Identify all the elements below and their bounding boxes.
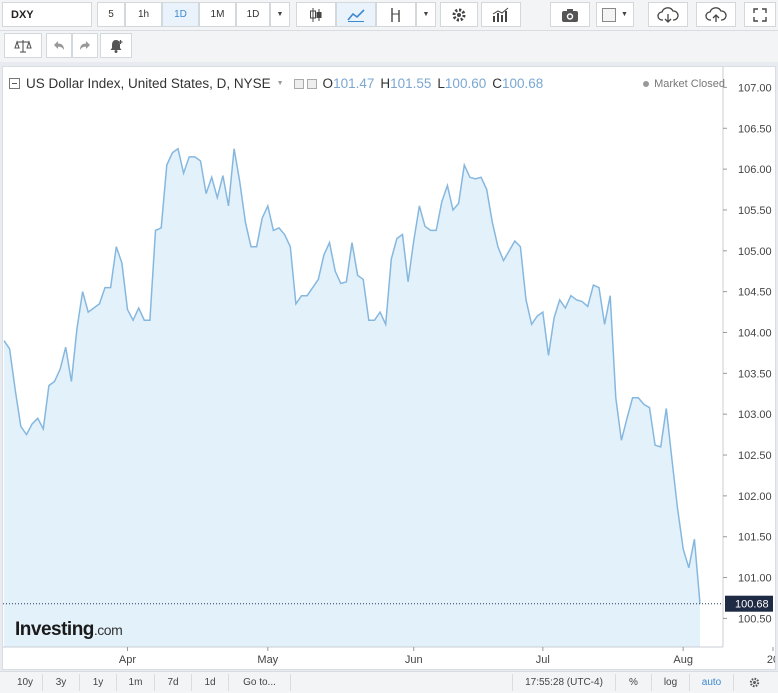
logo-suffix: .com xyxy=(93,622,123,638)
close-label: C xyxy=(492,76,502,91)
range-10y-button[interactable]: 10y xyxy=(8,674,43,691)
cloud-upload-icon[interactable] xyxy=(696,2,736,27)
interval-5m-button[interactable]: 5 xyxy=(97,2,125,27)
status-dot-icon xyxy=(643,81,650,87)
alert-bell-icon[interactable] xyxy=(100,33,132,58)
indicator-caret-button[interactable]: ▼ xyxy=(416,2,436,27)
undo-icon[interactable] xyxy=(46,33,72,58)
legend-title: US Dollar Index, United States, D, NYSE xyxy=(26,76,271,91)
interval-1d-button[interactable]: 1D xyxy=(162,2,199,27)
open-value: 101.47 xyxy=(333,76,375,91)
chevron-down-icon: ▼ xyxy=(422,11,430,18)
redo-icon[interactable] xyxy=(72,33,98,58)
y-tick-label: 106.50 xyxy=(738,123,772,135)
y-tick-label: 102.50 xyxy=(738,450,772,462)
chart-panel: 100.50 101.00 101.50 102.00 102.50 103.00 103.… xyxy=(2,66,776,670)
chevron-down-icon[interactable]: ▼ xyxy=(277,80,284,87)
y-tick-label: 106.00 xyxy=(738,164,772,176)
interval-caret-button[interactable]: ▼ xyxy=(270,2,290,27)
low-label: L xyxy=(437,76,445,91)
y-tick-label: 104.50 xyxy=(738,287,772,299)
percent-toggle[interactable]: % xyxy=(616,674,652,691)
y-tick-label: 100.50 xyxy=(738,613,772,625)
chevron-down-icon: ▼ xyxy=(621,11,628,18)
range-3y-button[interactable]: 3y xyxy=(43,674,80,691)
y-tick-label: 103.50 xyxy=(738,368,772,380)
scales-icon[interactable] xyxy=(4,33,42,58)
range-1m-button[interactable]: 1m xyxy=(117,674,155,691)
collapse-icon[interactable] xyxy=(9,78,20,89)
y-tick-label: 104.00 xyxy=(738,327,772,339)
line-chart-icon[interactable] xyxy=(336,2,376,27)
investing-logo: Investing.com xyxy=(15,619,123,641)
camera-icon[interactable] xyxy=(550,2,590,27)
plot-area xyxy=(3,147,723,647)
y-tick-label: 101.00 xyxy=(738,573,772,585)
open-label: O xyxy=(322,76,334,91)
range-7d-button[interactable]: 7d xyxy=(155,674,192,691)
settings-icon[interactable] xyxy=(440,2,478,27)
high-label: H xyxy=(380,76,391,91)
candlestick-icon[interactable] xyxy=(296,2,336,27)
y-tick-label: 105.50 xyxy=(738,205,772,217)
y-tick-label: 101.50 xyxy=(738,532,772,544)
fullscreen-icon[interactable] xyxy=(744,2,776,27)
x-tick-label: Aug xyxy=(673,654,693,666)
symbol-input[interactable]: DXY xyxy=(2,2,92,27)
interval-1m-button[interactable]: 1M xyxy=(199,2,236,27)
x-tick-label: Jul xyxy=(536,654,550,666)
bar-style-icon[interactable] xyxy=(481,2,521,27)
x-tick-label: May xyxy=(257,654,278,666)
color-swatch xyxy=(602,7,617,22)
bottom-bar: 10y 3y 1y 1m 7d 1d Go to... 17:55:28 (UT… xyxy=(0,671,778,693)
high-value: 101.55 xyxy=(390,76,432,91)
y-tick-label: 107.00 xyxy=(738,82,772,94)
eye-icon[interactable] xyxy=(293,78,304,89)
log-toggle[interactable]: log xyxy=(652,674,690,691)
logo-name: Investing xyxy=(15,619,94,640)
x-tick-label: Apr xyxy=(119,654,136,666)
settings-icon[interactable] xyxy=(734,674,774,691)
market-status: Market Closed xyxy=(643,78,725,90)
close-value: 100.68 xyxy=(501,76,544,91)
clock-readout: 17:55:28 (UTC-4) xyxy=(512,674,616,691)
chevron-down-icon: ▼ xyxy=(276,11,284,18)
cloud-download-icon[interactable] xyxy=(648,2,688,27)
y-tick-label: 105.00 xyxy=(738,246,772,258)
y-tick-label: 103.00 xyxy=(738,409,772,421)
auto-toggle[interactable]: auto xyxy=(690,674,734,691)
goto-button[interactable]: Go to... xyxy=(229,674,291,691)
y-tick-label: 102.00 xyxy=(738,491,772,503)
price-chart[interactable]: 100.50 101.00 101.50 102.00 102.50 103.00 103.… xyxy=(3,67,775,669)
top-toolbar: DXY 5 1h 1D 1M 1D ▼ ▼ ▼ xyxy=(0,0,778,31)
low-value: 100.60 xyxy=(444,76,487,91)
interval-dropdown-button[interactable]: 1D xyxy=(236,2,270,27)
indicator-icon[interactable] xyxy=(376,2,416,27)
x-tick-label: 20 xyxy=(767,654,775,666)
last-price-label: 100.68 xyxy=(735,599,769,611)
color-square-icon[interactable]: ▼ xyxy=(596,2,634,27)
chart-legend: US Dollar Index, United States, D, NYSE … xyxy=(9,76,543,91)
drawing-toolbar xyxy=(0,31,778,62)
range-1y-button[interactable]: 1y xyxy=(80,674,117,691)
x-tick-label: Jun xyxy=(405,654,423,666)
market-status-text: Market Closed xyxy=(654,78,725,90)
interval-1h-button[interactable]: 1h xyxy=(125,2,162,27)
price-area-fill xyxy=(4,148,700,647)
range-1d-button[interactable]: 1d xyxy=(192,674,229,691)
settings-icon[interactable] xyxy=(306,78,317,89)
